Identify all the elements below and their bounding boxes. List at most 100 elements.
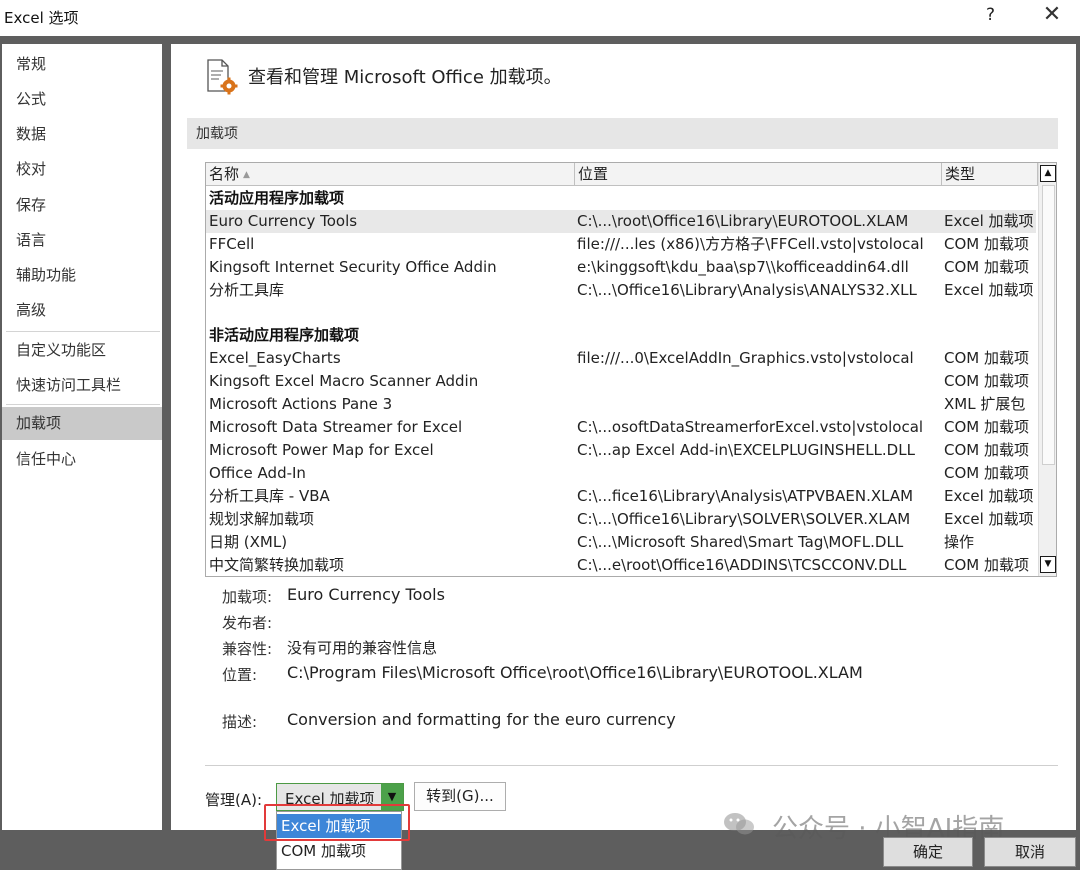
sidebar-item-save[interactable]: 保存	[2, 189, 162, 222]
addins-list[interactable]: 名称 ▲ 位置 类型 活动应用程序加载项 Euro Currency Tools …	[205, 162, 1057, 577]
detail-compat-value: 没有可用的兼容性信息	[287, 639, 438, 657]
row-type: COM 加载项	[944, 464, 1029, 482]
goto-button[interactable]: 转到(G)...	[414, 782, 506, 811]
table-row[interactable]: 分析工具库 C:\...\Office16\Library\Analysis\A…	[206, 279, 1036, 302]
sidebar-item-trust-center[interactable]: 信任中心	[2, 443, 162, 476]
manage-label: 管理(A):	[205, 791, 263, 809]
column-header-type[interactable]: 类型	[942, 163, 1038, 186]
table-row[interactable]: 分析工具库 - VBA C:\...fice16\Library\Analysi…	[206, 485, 1036, 508]
row-name: Euro Currency Tools	[209, 212, 358, 230]
row-name: 中文简繁转换加载项	[209, 556, 345, 574]
row-location: e:\kinggsoft\kdu_baa\sp7\\kofficeaddin64…	[577, 258, 909, 276]
group-title-inactive: 非活动应用程序加载项	[209, 326, 360, 344]
row-location: file:///...les (x86)\方方格子\FFCell.vsto|vs…	[577, 235, 924, 253]
row-name: 日期 (XML)	[209, 533, 288, 551]
table-row[interactable]: 中文简繁转换加载项 C:\...e\root\Office16\ADDINS\T…	[206, 554, 1036, 576]
row-type: COM 加载项	[944, 258, 1029, 276]
sidebar-item-data[interactable]: 数据	[2, 118, 162, 151]
sidebar-item-proofing[interactable]: 校对	[2, 153, 162, 186]
dropdown-option-com-addins[interactable]: COM 加载项	[277, 839, 401, 863]
row-type: Excel 加载项	[944, 212, 1034, 230]
row-type: COM 加载项	[944, 441, 1029, 459]
highlight-annotation-box	[264, 804, 410, 841]
list-scrollbar[interactable]: ▲ ▼	[1038, 163, 1056, 576]
row-name: Excel_EasyCharts	[209, 349, 341, 367]
row-type: COM 加载项	[944, 349, 1029, 367]
sidebar-item-general[interactable]: 常规	[2, 48, 162, 81]
row-type: Excel 加载项	[944, 487, 1034, 505]
section-title: 加载项	[196, 126, 238, 142]
table-row[interactable]: Euro Currency Tools C:\...\root\Office16…	[206, 210, 1036, 233]
sidebar-item-quick-access-toolbar[interactable]: 快速访问工具栏	[2, 369, 162, 402]
row-type: COM 加载项	[944, 372, 1029, 390]
row-name: Kingsoft Internet Security Office Addin	[209, 258, 497, 276]
scroll-down-arrow-icon[interactable]: ▼	[1040, 556, 1056, 573]
row-location: C:\...e\root\Office16\ADDINS\TCSCCONV.DL…	[577, 556, 907, 574]
table-row[interactable]: Microsoft Actions Pane 3 XML 扩展包	[206, 393, 1036, 416]
help-button[interactable]: ?	[986, 5, 995, 25]
sidebar-item-language[interactable]: 语言	[2, 224, 162, 257]
detail-addin-value: Euro Currency Tools	[287, 585, 445, 604]
list-header: 名称 ▲ 位置 类型	[206, 163, 1038, 187]
sidebar-item-addins[interactable]: 加载项	[2, 407, 162, 440]
row-name: 规划求解加载项	[209, 510, 315, 528]
row-location: C:\...\Microsoft Shared\Smart Tag\MOFL.D…	[577, 533, 904, 551]
close-button[interactable]: ✕	[1040, 2, 1064, 28]
row-location: file:///...0\ExcelAddIn_Graphics.vsto|vs…	[577, 349, 914, 367]
row-type: COM 加载项	[944, 418, 1029, 436]
detail-description-value: Conversion and formatting for the euro c…	[287, 710, 676, 729]
table-row[interactable]: 规划求解加载项 C:\...\Office16\Library\SOLVER\S…	[206, 508, 1036, 531]
row-location: C:\...\Office16\Library\Analysis\ANALYS3…	[577, 281, 917, 299]
row-name: Kingsoft Excel Macro Scanner Addin	[209, 372, 479, 390]
row-name: Microsoft Data Streamer for Excel	[209, 418, 463, 436]
detail-publisher-label: 发布者:	[222, 614, 273, 632]
addins-document-gear-icon	[207, 59, 238, 95]
title-bar: Excel 选项 ? ✕	[0, 0, 1080, 36]
row-type: Excel 加载项	[944, 281, 1034, 299]
row-location: C:\...fice16\Library\Analysis\ATPVBAEN.X…	[577, 487, 914, 505]
column-header-name[interactable]: 名称 ▲	[206, 163, 575, 186]
row-location: C:\...osoftDataStreamerforExcel.vsto|vst…	[577, 418, 924, 436]
row-location: C:\...ap Excel Add-in\EXCELPLUGINSHELL.D…	[577, 441, 915, 459]
row-type: COM 加载项	[944, 235, 1029, 253]
row-type: COM 加载项	[944, 556, 1029, 574]
row-type: Excel 加载项	[944, 510, 1034, 528]
row-name: Microsoft Actions Pane 3	[209, 395, 393, 413]
column-header-location[interactable]: 位置	[575, 163, 942, 186]
detail-compat-label: 兼容性:	[222, 640, 273, 658]
detail-addin-label: 加载项:	[222, 588, 273, 606]
scrollbar-thumb[interactable]	[1042, 185, 1055, 465]
table-row[interactable]: Excel_EasyCharts file:///...0\ExcelAddIn…	[206, 347, 1036, 370]
group-title-active: 活动应用程序加载项	[209, 189, 345, 207]
cancel-button[interactable]: 取消	[984, 837, 1076, 867]
row-name: Microsoft Power Map for Excel	[209, 441, 434, 459]
row-name: Office Add-In	[209, 464, 306, 482]
table-row[interactable]: Kingsoft Excel Macro Scanner Addin COM 加…	[206, 370, 1036, 393]
sidebar-item-advanced[interactable]: 高级	[2, 294, 162, 327]
window-title: Excel 选项	[4, 9, 79, 27]
ok-button[interactable]: 确定	[883, 837, 973, 867]
table-row[interactable]: Kingsoft Internet Security Office Addin …	[206, 256, 1036, 279]
row-name: FFCell	[209, 235, 255, 253]
sidebar-item-accessibility[interactable]: 辅助功能	[2, 259, 162, 292]
detail-description-label: 描述:	[222, 713, 258, 731]
table-row[interactable]: Office Add-In COM 加载项	[206, 462, 1036, 485]
scroll-up-arrow-icon[interactable]: ▲	[1040, 165, 1056, 182]
row-location: C:\...\Office16\Library\SOLVER\SOLVER.XL…	[577, 510, 911, 528]
sort-ascending-icon: ▲	[243, 170, 250, 180]
detail-location-label: 位置:	[222, 666, 258, 684]
sidebar-item-formulas[interactable]: 公式	[2, 83, 162, 116]
table-row[interactable]: Microsoft Data Streamer for Excel C:\...…	[206, 416, 1036, 439]
wechat-icon	[724, 813, 754, 835]
row-location: C:\...\root\Office16\Library\EUROTOOL.XL…	[577, 212, 909, 230]
table-row[interactable]: FFCell file:///...les (x86)\方方格子\FFCell.…	[206, 233, 1036, 256]
table-row[interactable]: Microsoft Power Map for Excel C:\...ap E…	[206, 439, 1036, 462]
addins-section-header: 加载项	[187, 118, 1058, 149]
sidebar-item-customize-ribbon[interactable]: 自定义功能区	[2, 334, 162, 367]
sidebar-divider	[6, 331, 160, 332]
row-name: 分析工具库	[209, 281, 285, 299]
table-row[interactable]: 日期 (XML) C:\...\Microsoft Shared\Smart T…	[206, 531, 1036, 554]
sidebar-divider	[6, 404, 160, 405]
options-sidebar: 常规 公式 数据 校对 保存 语言 辅助功能 高级 自定义功能区 快速访问工具栏…	[2, 44, 162, 830]
detail-location-value: C:\Program Files\Microsoft Office\root\O…	[287, 663, 863, 682]
